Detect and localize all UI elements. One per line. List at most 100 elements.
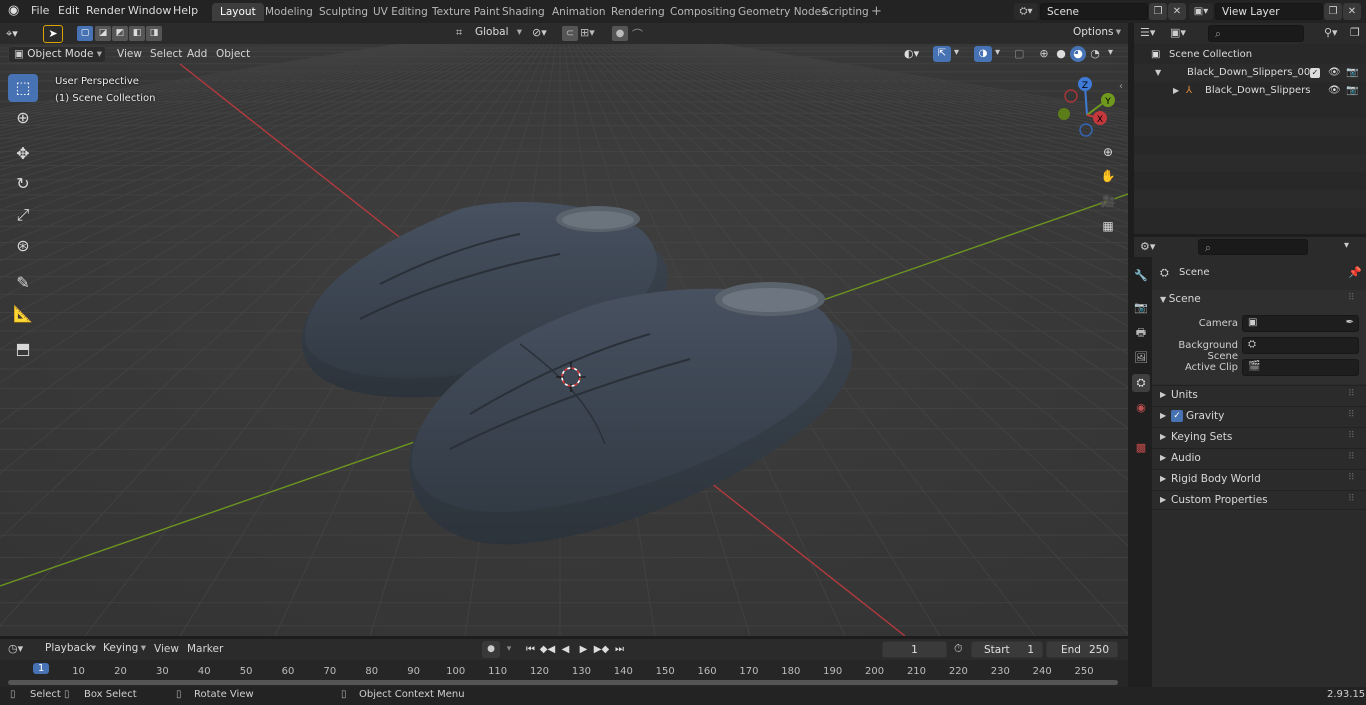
texture-tab-icon[interactable]: ▩ bbox=[1132, 439, 1150, 457]
menu-file[interactable]: File bbox=[31, 4, 49, 17]
world-tab-icon[interactable]: ◉ bbox=[1132, 399, 1150, 417]
drag-handle-icon[interactable]: ⠿ bbox=[1348, 389, 1355, 399]
menu-render[interactable]: Render bbox=[86, 4, 125, 17]
drag-handle-icon[interactable]: ⠿ bbox=[1348, 410, 1355, 420]
jump-keyframe-back-icon[interactable]: ◆◀ bbox=[539, 641, 556, 658]
expand-arrow-icon[interactable]: ▼ bbox=[1155, 64, 1161, 82]
scene-name-field[interactable]: Scene bbox=[1040, 3, 1148, 20]
panel-units[interactable]: ▶ Units ⠿ bbox=[1152, 385, 1366, 405]
play-reverse-icon[interactable]: ◀ bbox=[557, 641, 574, 658]
outliner-search-input[interactable]: ⌕ bbox=[1208, 25, 1304, 42]
ortho-toggle-icon[interactable]: ▦ bbox=[1098, 216, 1118, 236]
rotate-tool-icon[interactable]: ↻ bbox=[8, 170, 38, 198]
output-tab-icon[interactable]: 🖶 bbox=[1132, 324, 1150, 342]
show-gizmo-icon[interactable]: ⇱ bbox=[933, 46, 951, 62]
proportional-falloff-icon[interactable]: ⌒ bbox=[632, 26, 643, 42]
shading-solid-icon[interactable]: ● bbox=[1053, 46, 1069, 62]
view-layer-tab-icon[interactable]: 🖼 bbox=[1132, 349, 1150, 367]
transform-tool-icon[interactable]: ⊛ bbox=[8, 232, 38, 260]
keying-dropdown[interactable]: Keying ▾ bbox=[98, 641, 146, 658]
stopwatch-icon[interactable]: ⏱ bbox=[954, 642, 963, 656]
view-layer-field[interactable]: View Layer bbox=[1215, 3, 1323, 20]
proportional-edit-icon[interactable]: ● bbox=[612, 26, 628, 41]
panel-custom-properties[interactable]: ▶ Custom Properties ⠿ bbox=[1152, 490, 1366, 510]
menu-help[interactable]: Help bbox=[173, 4, 198, 17]
gravity-checkbox[interactable]: ✓ bbox=[1171, 410, 1183, 422]
properties-options-icon[interactable]: ▾ bbox=[1344, 240, 1349, 251]
show-overlays-icon[interactable]: ◑ bbox=[974, 46, 992, 62]
background-scene-field[interactable]: ⛭ bbox=[1242, 337, 1359, 354]
active-clip-field[interactable]: 🎬 bbox=[1242, 359, 1359, 376]
add-workspace-button[interactable]: + bbox=[871, 4, 882, 19]
shading-material-icon[interactable]: ◕ bbox=[1070, 46, 1086, 62]
exclude-checkbox-icon[interactable]: ✓ bbox=[1310, 68, 1320, 78]
drag-handle-icon[interactable]: ⠿ bbox=[1348, 494, 1355, 504]
delete-view-layer-icon[interactable]: ✕ bbox=[1343, 3, 1361, 20]
new-collection-icon[interactable]: ❐ bbox=[1350, 26, 1360, 39]
menu-select[interactable]: Select bbox=[150, 48, 182, 60]
snap-target-icon[interactable]: ⊞▾ bbox=[580, 26, 595, 39]
shading-dropdown-icon[interactable]: ▾ bbox=[1108, 47, 1113, 58]
select-tool-icon[interactable]: ➤ bbox=[43, 25, 63, 43]
annotate-tool-icon[interactable]: ✎ bbox=[8, 269, 38, 297]
jump-end-icon[interactable]: ⏭ bbox=[611, 641, 628, 658]
outliner-row-black-down-slippers[interactable]: ▶ ⅄ Black_Down_Slippers 👁 📷 bbox=[1134, 82, 1366, 100]
timeline-editor-type-icon[interactable]: ◷▾ bbox=[8, 642, 23, 655]
eye-icon[interactable]: 👁 bbox=[1328, 82, 1341, 100]
blender-logo-icon[interactable]: ◉ bbox=[8, 3, 19, 18]
snap-toggle-icon[interactable]: ⊂ bbox=[562, 26, 578, 41]
editor-type-icon[interactable]: ⌖▾ bbox=[6, 25, 34, 42]
menu-view[interactable]: View bbox=[117, 48, 142, 60]
camera-render-icon[interactable]: 📷 bbox=[1346, 64, 1358, 82]
sidebar-toggle-icon[interactable]: ‹ bbox=[1119, 81, 1123, 92]
new-view-layer-icon[interactable]: ❐ bbox=[1324, 3, 1342, 20]
panel-keying-sets[interactable]: ▶ Keying Sets ⠿ bbox=[1152, 427, 1366, 447]
timeline-menu-view[interactable]: View bbox=[154, 643, 179, 655]
jump-start-icon[interactable]: ⏮ bbox=[522, 641, 539, 658]
pivot-point-icon[interactable]: ⊘▾ bbox=[532, 26, 547, 39]
drag-handle-icon[interactable]: ⠿ bbox=[1348, 473, 1355, 483]
menu-window[interactable]: Window bbox=[128, 4, 171, 17]
scene-section-header[interactable]: ▼ Scene bbox=[1160, 293, 1201, 305]
overlays-dropdown-icon[interactable]: ▾ bbox=[995, 47, 1000, 58]
drag-handle-icon[interactable]: ⠿ bbox=[1348, 452, 1355, 462]
scene-tab-icon[interactable]: ⛭ bbox=[1132, 374, 1150, 392]
zoom-icon[interactable]: ⊕ bbox=[1098, 142, 1118, 162]
playback-dropdown[interactable]: Playback ▾ bbox=[40, 641, 96, 658]
scale-tool-icon[interactable]: ⤢ bbox=[8, 201, 38, 229]
filter-icon[interactable]: ⚲▾ bbox=[1324, 26, 1338, 39]
shading-wireframe-icon[interactable]: ⊕ bbox=[1036, 46, 1052, 62]
timeline-menu-marker[interactable]: Marker bbox=[187, 643, 223, 655]
tab-scripting[interactable]: Scripting bbox=[814, 3, 877, 21]
select-mode-new-icon[interactable]: ▢ bbox=[77, 26, 93, 41]
eye-icon[interactable]: 👁 bbox=[1328, 64, 1341, 82]
drag-handle-icon[interactable]: ⠿ bbox=[1348, 293, 1355, 303]
mode-dropdown[interactable]: ▣ Object Mode ▾ bbox=[8, 46, 106, 63]
gizmo-dropdown-icon[interactable]: ▾ bbox=[954, 47, 959, 58]
outliner-row-scene-collection[interactable]: ▣ Scene Collection bbox=[1134, 46, 1366, 64]
tool-tab-icon[interactable]: 🔧 bbox=[1132, 267, 1150, 285]
expand-arrow-icon[interactable]: ▶ bbox=[1173, 82, 1179, 100]
measure-tool-icon[interactable]: 📐 bbox=[8, 300, 38, 328]
object-visibility-icon[interactable]: ◐▾ bbox=[904, 47, 919, 60]
transform-orientation-icon[interactable]: ⌗ bbox=[456, 26, 462, 40]
render-tab-icon[interactable]: 📷 bbox=[1132, 299, 1150, 317]
outliner-display-mode-icon[interactable]: ▣▾ bbox=[1170, 26, 1186, 39]
tab-layout[interactable]: Layout bbox=[212, 3, 264, 21]
cursor-tool-icon[interactable]: ⊕ bbox=[8, 104, 38, 132]
add-cube-tool-icon[interactable]: ⬒ bbox=[8, 335, 38, 363]
camera-view-icon[interactable]: 🎥 bbox=[1098, 191, 1118, 211]
shading-rendered-icon[interactable]: ◔ bbox=[1087, 46, 1103, 62]
select-mode-intersect-icon[interactable]: ◨ bbox=[146, 26, 162, 41]
gizmo-neg-y[interactable] bbox=[1058, 108, 1070, 120]
outliner-row-black-down-slippers-001[interactable]: ▼ Black_Down_Slippers_001 ✓ 👁 📷 bbox=[1134, 64, 1366, 82]
delete-scene-icon[interactable]: ✕ bbox=[1168, 3, 1186, 20]
record-icon[interactable]: ● bbox=[482, 641, 500, 658]
pan-hand-icon[interactable]: ✋ bbox=[1098, 166, 1118, 186]
play-icon[interactable]: ▶ bbox=[575, 641, 592, 658]
select-mode-invert-icon[interactable]: ◧ bbox=[129, 26, 145, 41]
pin-icon[interactable]: 📌 bbox=[1348, 266, 1362, 279]
select-mode-extend-icon[interactable]: ◪ bbox=[95, 26, 111, 41]
select-box-tool-icon[interactable]: ⬚ bbox=[8, 74, 38, 102]
timeline-ruler[interactable]: 1 10 20 30 40 50 60 70 80 90 100 110 120 130 140 150 160… bbox=[0, 660, 1128, 687]
